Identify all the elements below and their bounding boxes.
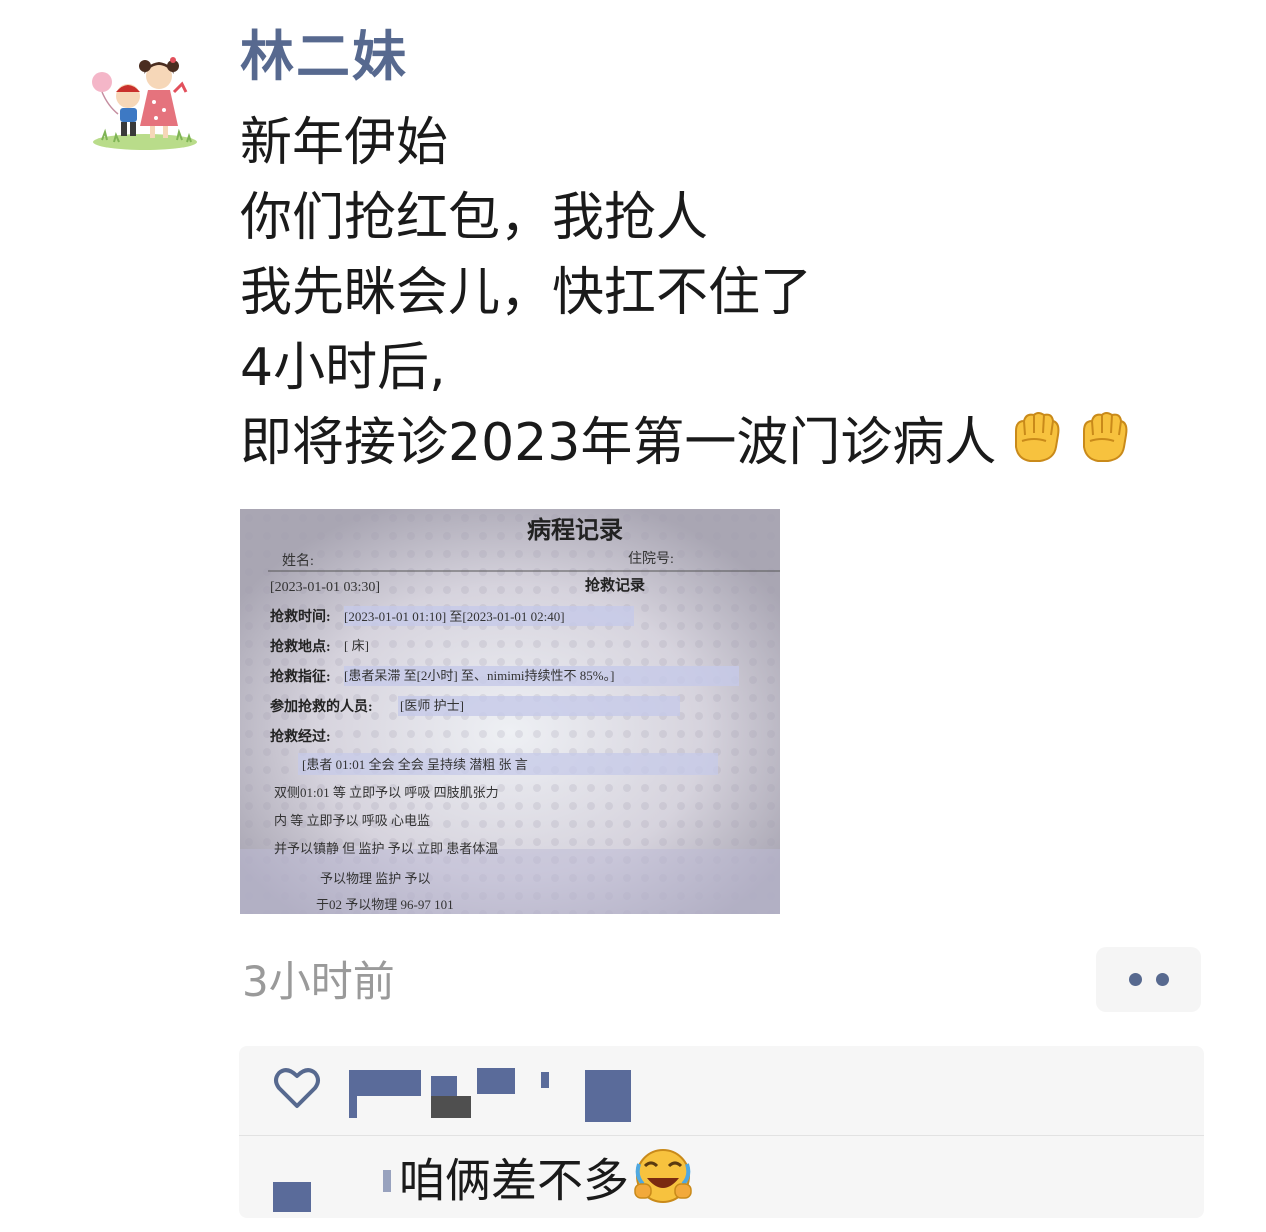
process-label: 抢救经过:	[270, 728, 331, 745]
rescue-location-label: 抢救地点:	[270, 638, 331, 655]
post-line: 你们抢红包，我抢人	[240, 188, 709, 248]
post-text: 新年伊始 你们抢红包，我抢人 我先眯会儿，快扛不住了 4小时后, 即将接诊202…	[240, 106, 1230, 481]
participants-label: 参加抢救的人员:	[270, 698, 373, 715]
rescue-location-value: [ 床]	[344, 638, 369, 653]
rescue-indication-value: [患者呆滞 至[2小时] 至、nimimi持续性不 85%。]	[344, 668, 614, 683]
record-body-line: 予以物理 监护 予以	[320, 871, 431, 886]
record-body-line: 并予以镇静 但 监护 予以 立即 患者体温	[274, 841, 498, 856]
redacted-commenter-name	[273, 1170, 391, 1212]
more-dot-icon	[1155, 973, 1169, 986]
record-body-line: 内 等 立即予以 呼吸 心电监	[274, 813, 430, 828]
record-body-line: 双侧01:01 等 立即予以 呼吸 四肢肌张力	[274, 785, 499, 800]
comment-content: 咱俩差不多	[399, 1153, 629, 1208]
divider	[239, 1135, 1204, 1136]
record-time: [2023-01-01 03:30]	[270, 580, 380, 595]
name-label: 姓名:	[282, 553, 314, 569]
author-name[interactable]: 林二妹	[240, 22, 408, 92]
record-photo: 病程记录 姓名: 住院号: [2023-01-01 03:30] 抢救记录 抢救…	[240, 509, 780, 914]
participants-value: [医师 护士]	[400, 698, 464, 713]
more-dot-icon	[1128, 973, 1142, 986]
post-line: 4小时后,	[240, 338, 446, 398]
post-photo[interactable]: 病程记录 姓名: 住院号: [2023-01-01 03:30] 抢救记录 抢救…	[240, 509, 780, 914]
post-line-last: 即将接诊2023年第一波门诊病人	[240, 406, 1230, 481]
raised-fist-emoji-icon	[1074, 407, 1132, 486]
raised-fist-emoji-icon	[1006, 407, 1064, 486]
rolling-laughing-emoji-icon	[633, 1146, 693, 1222]
comment-text: 咱俩差不多	[399, 1146, 693, 1222]
rescue-time-value: [2023-01-01 01:10] 至[2023-01-01 02:40]	[344, 609, 565, 624]
heart-icon	[274, 1068, 320, 1108]
admission-label: 住院号:	[628, 551, 674, 567]
avatar-illustration	[82, 30, 208, 156]
more-actions-button[interactable]	[1096, 947, 1201, 1012]
comment-item[interactable]: 咱俩差不多	[239, 1138, 1204, 1218]
record-body-line: [患者 01:01 全会 全会 呈持续 潜粗 张 言	[302, 757, 528, 772]
post-line: 我先眯会儿，快扛不住了	[240, 263, 813, 323]
post-line: 新年伊始	[240, 113, 449, 173]
rescue-time-label: 抢救时间:	[270, 608, 331, 625]
redacted-liker-names[interactable]	[345, 1066, 635, 1122]
likes-row	[239, 1046, 1204, 1134]
post-line-text: 即将接诊2023年第一波门诊病人	[240, 413, 997, 473]
interaction-panel: 咱俩差不多	[239, 1046, 1204, 1218]
post-timestamp: 3小时前	[242, 957, 395, 1006]
record-type: 抢救记录	[585, 576, 645, 594]
record-body-line: 于02 予以物理 96-97 101	[316, 897, 454, 912]
rescue-indication-label: 抢救指征:	[270, 668, 331, 685]
avatar[interactable]	[82, 30, 208, 156]
record-title: 病程记录	[527, 516, 623, 544]
